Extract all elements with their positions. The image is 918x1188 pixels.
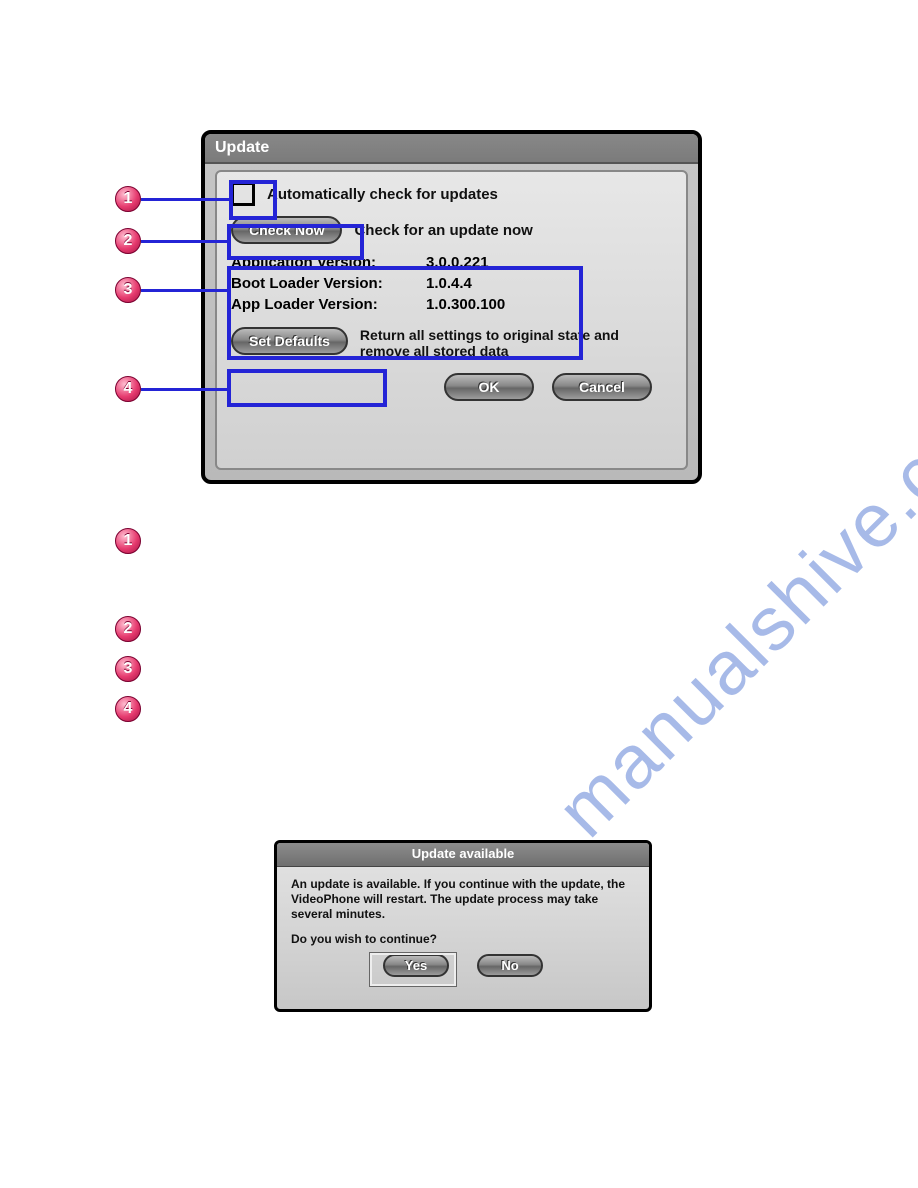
update-available-body: An update is available. If you continue … bbox=[277, 867, 649, 987]
list-marker-4: 4 bbox=[115, 696, 141, 722]
list-marker-3: 3 bbox=[115, 656, 141, 682]
no-button[interactable]: No bbox=[477, 954, 543, 977]
callout-line-2 bbox=[141, 240, 227, 243]
callout-marker-1: 1 bbox=[115, 186, 141, 212]
callout-marker-2: 2 bbox=[115, 228, 141, 254]
update-available-dialog: Update available An update is available.… bbox=[274, 840, 652, 1012]
ok-button[interactable]: OK bbox=[444, 373, 534, 401]
auto-check-label: Automatically check for updates bbox=[267, 186, 498, 203]
callout-marker-3: 3 bbox=[115, 277, 141, 303]
yes-button-highlight bbox=[370, 953, 456, 986]
list-marker-1: 1 bbox=[115, 528, 141, 554]
cancel-button[interactable]: Cancel bbox=[552, 373, 652, 401]
callout-line-1 bbox=[141, 198, 229, 201]
highlight-box-3 bbox=[227, 266, 583, 360]
check-now-label: Check for an update now bbox=[354, 222, 532, 239]
highlight-box-2 bbox=[227, 224, 364, 260]
update-dialog-title: Update bbox=[205, 134, 698, 164]
callout-line-4 bbox=[141, 388, 227, 391]
callout-line-3 bbox=[141, 289, 227, 292]
update-available-question: Do you wish to continue? bbox=[291, 932, 635, 946]
update-available-text: An update is available. If you continue … bbox=[291, 877, 635, 922]
update-available-title: Update available bbox=[277, 843, 649, 867]
list-marker-2: 2 bbox=[115, 616, 141, 642]
highlight-box-4 bbox=[227, 369, 387, 407]
callout-marker-4: 4 bbox=[115, 376, 141, 402]
highlight-box-1 bbox=[229, 180, 277, 220]
